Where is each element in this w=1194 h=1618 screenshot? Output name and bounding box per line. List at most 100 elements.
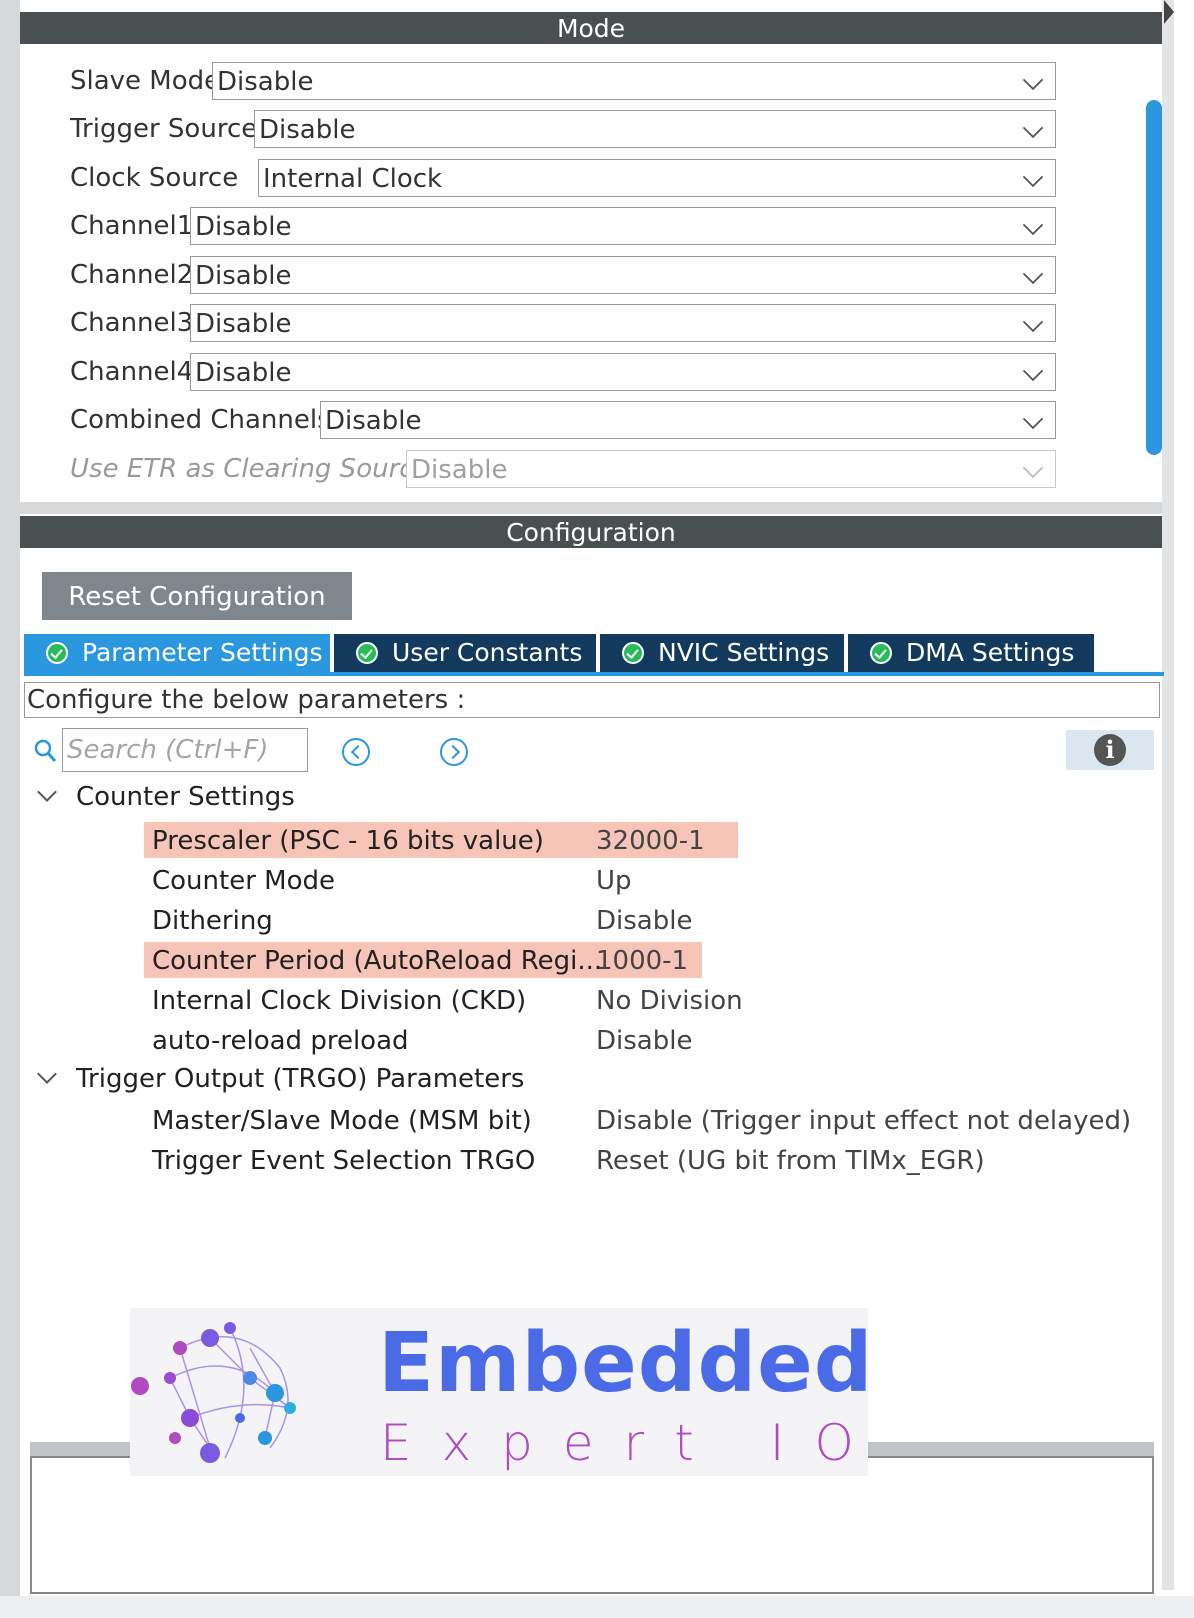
mode-row-slave-mode: Slave Mode Disable [20, 62, 1130, 102]
param-row[interactable]: Master/Slave Mode (MSM bit) Disable (Tri… [0, 1104, 1160, 1140]
mode-label: Slave Mode [70, 66, 221, 96]
description-panel [30, 1456, 1154, 1594]
chevron-down-icon [1022, 457, 1044, 479]
corner-arrow-icon [1164, 0, 1174, 24]
select-value: Disable [325, 406, 422, 436]
select-value: Disable [195, 309, 292, 339]
chevron-down-icon [1022, 360, 1044, 382]
previous-match-icon[interactable] [342, 738, 370, 766]
param-row[interactable]: Prescaler (PSC - 16 bits value) 32000-1 [0, 824, 1160, 860]
param-row[interactable]: Counter Period (AutoReload Regi... 1000-… [0, 944, 1160, 980]
param-name: Dithering [152, 906, 273, 936]
mode-row-channel2: Channel2 Disable [20, 256, 1130, 296]
param-row[interactable]: Trigger Event Selection TRGO Reset (UG b… [0, 1144, 1160, 1180]
tab-user-constants[interactable]: User Constants [334, 634, 596, 672]
chevron-down-icon [1022, 166, 1044, 188]
mode-label: Use ETR as Clearing Source [70, 454, 430, 484]
select-value: Internal Clock [263, 164, 443, 194]
info-icon: i [1094, 734, 1126, 766]
tab-dma-settings[interactable]: DMA Settings [848, 634, 1094, 672]
check-circle-icon [356, 642, 378, 664]
clock-source-select[interactable]: Internal Clock [258, 159, 1056, 197]
search-input[interactable] [62, 728, 308, 772]
tab-label: NVIC Settings [658, 638, 830, 667]
logo-title: Embedded [378, 1316, 874, 1411]
param-name: Trigger Event Selection TRGO [152, 1146, 536, 1176]
param-value: 1000-1 [596, 946, 689, 976]
mode-row-clock-source: Clock Source Internal Clock [20, 159, 1130, 199]
channel1-select[interactable]: Disable [190, 207, 1056, 245]
select-value: Disable [195, 358, 292, 388]
param-row[interactable]: Counter Mode Up [0, 864, 1160, 900]
mode-row-trigger-source: Trigger Source Disable [20, 110, 1130, 150]
mode-label: Trigger Source [70, 114, 258, 144]
param-row[interactable]: Internal Clock Division (CKD) No Divisio… [0, 984, 1160, 1020]
mode-label: Channel1 [70, 211, 194, 241]
info-button[interactable]: i [1066, 730, 1154, 770]
select-value: Disable [195, 212, 292, 242]
tab-label: DMA Settings [906, 638, 1075, 667]
group-trigger-output[interactable]: Trigger Output (TRGO) Parameters [34, 1064, 524, 1094]
param-value: Disable (Trigger input effect not delaye… [596, 1106, 1132, 1136]
chevron-down-icon [1022, 263, 1044, 285]
embedded-expert-io-logo: Embedded Expert IO [130, 1308, 872, 1476]
tab-nvic-settings[interactable]: NVIC Settings [600, 634, 844, 672]
select-value: Disable [259, 115, 356, 145]
param-name: Counter Period (AutoReload Regi... [152, 946, 603, 976]
slave-mode-select[interactable]: Disable [212, 62, 1056, 100]
window-bottom-frame [0, 1596, 1194, 1618]
tab-label: Parameter Settings [82, 638, 323, 667]
configuration-header: Configuration [20, 516, 1162, 548]
configure-instruction: Configure the below parameters : [24, 682, 1160, 718]
select-value: Disable [217, 67, 314, 97]
param-value: Disable [596, 1026, 693, 1056]
mode-row-channel1: Channel1 Disable [20, 207, 1130, 247]
channel3-select[interactable]: Disable [190, 304, 1056, 342]
use-etr-select: Disable [406, 450, 1056, 488]
check-circle-icon [46, 642, 68, 664]
instruction-text: Configure the below parameters : [27, 685, 466, 715]
logo-subtitle: Expert IO [380, 1414, 884, 1472]
search-icon [34, 739, 57, 762]
param-row[interactable]: Dithering Disable [0, 904, 1160, 940]
chevron-down-icon [37, 1064, 57, 1084]
chevron-down-icon [1022, 69, 1044, 91]
param-name: Prescaler (PSC - 16 bits value) [152, 826, 544, 856]
select-value: Disable [195, 261, 292, 291]
chevron-down-icon [1022, 311, 1044, 333]
param-value: 32000-1 [596, 826, 705, 856]
window-left-frame [0, 0, 20, 1618]
channel2-select[interactable]: Disable [190, 256, 1056, 294]
select-value: Disable [411, 455, 508, 485]
mode-row-channel4: Channel4 Disable [20, 353, 1130, 393]
chevron-down-icon [1022, 408, 1044, 430]
param-row[interactable]: auto-reload preload Disable [0, 1024, 1160, 1060]
combined-channels-select[interactable]: Disable [320, 401, 1056, 439]
param-name: Counter Mode [152, 866, 336, 896]
trigger-source-select[interactable]: Disable [254, 110, 1056, 148]
param-name: Internal Clock Division (CKD) [152, 986, 527, 1016]
chevron-down-icon [1022, 214, 1044, 236]
reset-configuration-button[interactable]: Reset Configuration [42, 572, 352, 620]
window-right-frame [1162, 0, 1174, 1590]
mode-label: Channel4 [70, 357, 194, 387]
tab-label: User Constants [392, 638, 583, 667]
next-match-icon[interactable] [440, 738, 468, 766]
network-globe-icon [131, 1322, 296, 1463]
group-counter-settings[interactable]: Counter Settings [34, 782, 295, 812]
group-title: Counter Settings [76, 782, 295, 812]
param-name: auto-reload preload [152, 1026, 409, 1056]
mode-scrollbar[interactable] [1146, 100, 1162, 455]
mode-row-combined-channels: Combined Channels Disable [20, 401, 1130, 441]
mode-label: Channel2 [70, 260, 194, 290]
param-value: No Division [596, 986, 743, 1016]
channel4-select[interactable]: Disable [190, 353, 1056, 391]
tab-parameter-settings[interactable]: Parameter Settings [24, 634, 330, 672]
config-tabs: Parameter Settings User Constants NVIC S… [24, 634, 1164, 672]
param-value: Reset (UG bit from TIMx_EGR) [596, 1146, 985, 1176]
chevron-down-icon [1022, 117, 1044, 139]
mode-panel: Slave Mode Disable Trigger Source Disabl… [20, 44, 1162, 502]
mode-label: Clock Source [70, 163, 239, 193]
chevron-down-icon [37, 782, 57, 802]
panel-splitter[interactable] [20, 502, 1162, 514]
